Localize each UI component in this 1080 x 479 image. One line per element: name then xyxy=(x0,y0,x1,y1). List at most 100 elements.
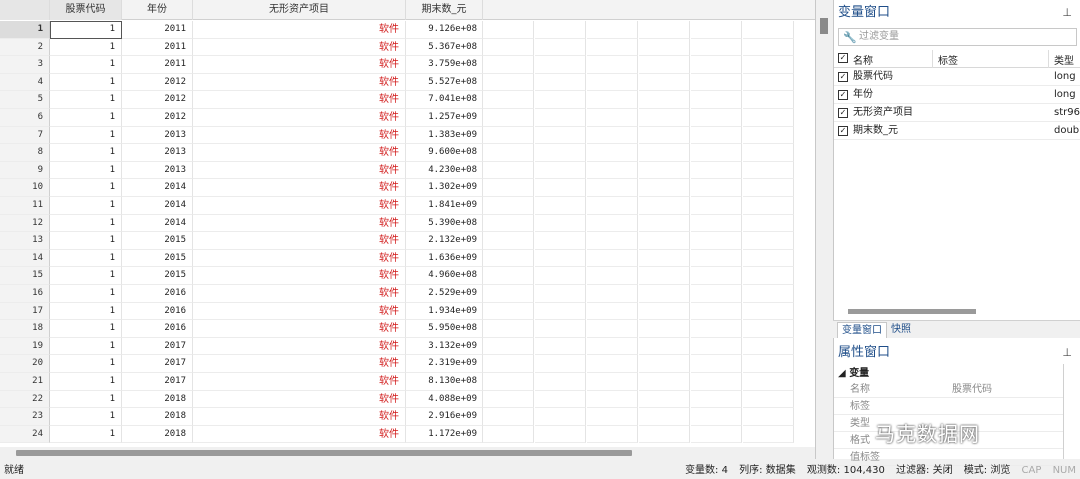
empty-cell[interactable] xyxy=(743,355,794,373)
empty-cell[interactable] xyxy=(587,91,638,109)
cell-item[interactable]: 软件 xyxy=(193,179,406,197)
table-row[interactable]: 5 1 2012 软件 7.041e+08 xyxy=(0,91,815,109)
cell-value[interactable]: 3.132e+09 xyxy=(406,337,483,356)
filter-variables-input[interactable]: 🔧 过滤变量 xyxy=(838,28,1077,46)
empty-cell[interactable] xyxy=(743,21,794,39)
cell-code[interactable]: 1 xyxy=(50,232,122,250)
empty-cell[interactable] xyxy=(535,373,586,391)
variable-checkbox[interactable]: ✓ xyxy=(838,126,848,136)
cell-value[interactable]: 9.600e+08 xyxy=(406,144,483,162)
empty-cell[interactable] xyxy=(691,179,742,197)
table-row[interactable]: 21 1 2017 软件 8.130e+08 xyxy=(0,373,815,391)
cell-year[interactable]: 2018 xyxy=(122,408,193,426)
header-type[interactable]: 类型 xyxy=(1054,52,1074,67)
empty-cell[interactable] xyxy=(587,56,638,74)
cell-code[interactable]: 1 xyxy=(50,320,122,338)
cell-code[interactable]: 1 xyxy=(50,91,122,109)
empty-cell[interactable] xyxy=(587,267,638,285)
empty-cell[interactable] xyxy=(535,390,586,409)
empty-cell[interactable] xyxy=(535,161,586,180)
empty-cell[interactable] xyxy=(587,390,638,409)
empty-cell[interactable] xyxy=(535,38,586,57)
empty-cell[interactable] xyxy=(483,320,534,338)
cell-value[interactable]: 1.257e+09 xyxy=(406,109,483,127)
empty-cell[interactable] xyxy=(691,197,742,215)
empty-cell[interactable] xyxy=(639,144,690,162)
empty-cell[interactable] xyxy=(483,267,534,285)
empty-cell[interactable] xyxy=(639,320,690,338)
empty-cell[interactable] xyxy=(639,355,690,373)
cell-code[interactable]: 1 xyxy=(50,73,122,92)
cell-item[interactable]: 软件 xyxy=(193,249,406,268)
table-row[interactable]: 14 1 2015 软件 1.636e+09 xyxy=(0,249,815,268)
empty-cell[interactable] xyxy=(535,73,586,92)
cell-value[interactable]: 5.390e+08 xyxy=(406,214,483,233)
empty-cell[interactable] xyxy=(743,161,794,180)
empty-cell[interactable] xyxy=(691,21,742,39)
empty-cell[interactable] xyxy=(743,285,794,303)
table-row[interactable]: 9 1 2013 软件 4.230e+08 xyxy=(0,161,815,180)
empty-cell[interactable] xyxy=(535,408,586,426)
select-all-checkbox[interactable]: ✓ xyxy=(838,53,848,63)
empty-cell[interactable] xyxy=(535,232,586,250)
empty-cell[interactable] xyxy=(587,73,638,92)
cell-item[interactable]: 软件 xyxy=(193,232,406,250)
table-row[interactable]: 17 1 2016 软件 1.934e+09 xyxy=(0,302,815,321)
horizontal-scroll-thumb[interactable] xyxy=(16,450,632,456)
cell-code[interactable]: 1 xyxy=(50,285,122,303)
empty-cell[interactable] xyxy=(639,408,690,426)
empty-cell[interactable] xyxy=(691,355,742,373)
row-number[interactable]: 21 xyxy=(0,373,50,391)
cell-item[interactable]: 软件 xyxy=(193,38,406,57)
empty-cell[interactable] xyxy=(743,179,794,197)
empty-cell[interactable] xyxy=(639,161,690,180)
empty-cell[interactable] xyxy=(691,320,742,338)
cell-code[interactable]: 1 xyxy=(50,56,122,74)
cell-value[interactable]: 4.960e+08 xyxy=(406,267,483,285)
empty-cell[interactable] xyxy=(535,267,586,285)
empty-cell[interactable] xyxy=(483,179,534,197)
col-header-code[interactable]: 股票代码 xyxy=(50,0,122,20)
cell-item[interactable]: 软件 xyxy=(193,337,406,356)
empty-cell[interactable] xyxy=(639,38,690,57)
empty-cell[interactable] xyxy=(743,144,794,162)
empty-cell[interactable] xyxy=(691,302,742,321)
empty-cell[interactable] xyxy=(639,302,690,321)
header-name[interactable]: 名称 xyxy=(853,52,873,67)
cell-year[interactable]: 2015 xyxy=(122,267,193,285)
empty-cell[interactable] xyxy=(691,285,742,303)
empty-cell[interactable] xyxy=(483,144,534,162)
variable-checkbox[interactable]: ✓ xyxy=(838,72,848,82)
cell-year[interactable]: 2017 xyxy=(122,355,193,373)
empty-cell[interactable] xyxy=(587,337,638,356)
empty-cell[interactable] xyxy=(587,232,638,250)
table-row[interactable]: 10 1 2014 软件 1.302e+09 xyxy=(0,179,815,197)
table-row[interactable]: 11 1 2014 软件 1.841e+09 xyxy=(0,197,815,215)
empty-cell[interactable] xyxy=(587,179,638,197)
row-number[interactable]: 23 xyxy=(0,408,50,426)
col-header-value[interactable]: 期末数_元 xyxy=(406,0,483,20)
empty-cell[interactable] xyxy=(483,337,534,356)
empty-cell[interactable] xyxy=(639,126,690,145)
header-label[interactable]: 标签 xyxy=(938,52,958,67)
empty-cell[interactable] xyxy=(743,249,794,268)
empty-cell[interactable] xyxy=(535,56,586,74)
variable-row[interactable]: ✓ 期末数_元 doub xyxy=(834,122,1080,140)
table-row[interactable]: 2 1 2011 软件 5.367e+08 xyxy=(0,38,815,57)
empty-cell[interactable] xyxy=(535,179,586,197)
cell-year[interactable]: 2011 xyxy=(122,21,193,39)
empty-cell[interactable] xyxy=(639,179,690,197)
cell-year[interactable]: 2011 xyxy=(122,56,193,74)
cell-year[interactable]: 2013 xyxy=(122,144,193,162)
cell-value[interactable]: 5.527e+08 xyxy=(406,73,483,92)
empty-cell[interactable] xyxy=(483,56,534,74)
row-number[interactable]: 4 xyxy=(0,73,50,92)
cell-item[interactable]: 软件 xyxy=(193,144,406,162)
empty-cell[interactable] xyxy=(691,126,742,145)
empty-cell[interactable] xyxy=(639,109,690,127)
table-row[interactable]: 6 1 2012 软件 1.257e+09 xyxy=(0,109,815,127)
empty-cell[interactable] xyxy=(587,425,638,444)
row-number[interactable]: 13 xyxy=(0,232,50,250)
row-number[interactable]: 2 xyxy=(0,38,50,57)
empty-cell[interactable] xyxy=(483,73,534,92)
